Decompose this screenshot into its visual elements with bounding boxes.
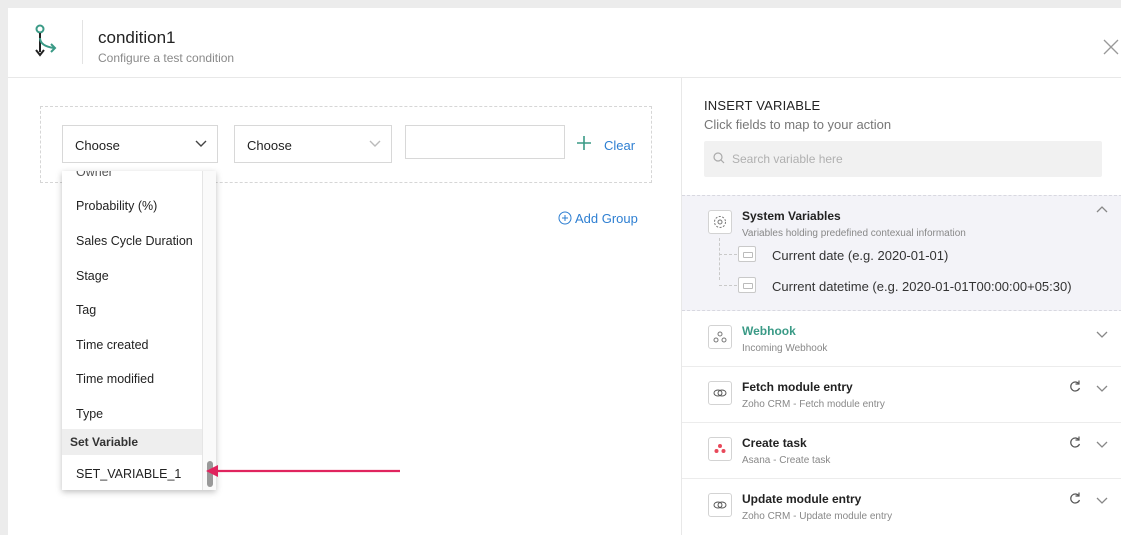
field-select-value: Choose [75,138,120,153]
dropdown-item-set-variable[interactable]: SET_VARIABLE_1 [76,467,181,481]
calendar-icon [738,277,756,293]
source-fetch-module-entry[interactable]: Fetch module entry Zoho CRM - Fetch modu… [682,367,1121,423]
refresh-icon[interactable] [1068,435,1082,449]
condition-panel: condition1 Configure a test condition Ch… [8,8,1121,535]
annotation-arrow [204,463,404,479]
insert-variable-panel: INSERT VARIABLE Click fields to map to y… [681,78,1121,535]
source-subtitle: Incoming Webhook [742,343,828,354]
tree-line [719,238,720,280]
condition-icon [34,24,60,64]
tree-branch [719,254,737,255]
calendar-icon [738,246,756,262]
operator-select[interactable]: Choose [234,125,392,163]
chevron-down-icon [369,140,381,147]
zoho-crm-icon [708,381,732,405]
source-subtitle: Zoho CRM - Fetch module entry [742,399,885,410]
refresh-icon[interactable] [1068,491,1082,505]
dropdown-group-label: Set Variable [70,435,139,449]
header: condition1 Configure a test condition [8,8,1121,78]
chevron-down-icon[interactable] [1096,331,1108,339]
chevron-down-icon[interactable] [1096,497,1108,505]
source-title: Webhook [742,324,796,338]
dropdown-item-owner[interactable]: Owner [76,171,113,179]
plus-circle-icon [558,211,572,225]
tree-branch [719,285,737,286]
condition-canvas: Choose Choose Clear Add Group Owner Prob… [8,78,681,535]
chevron-down-icon[interactable] [1096,385,1108,393]
chevron-up-icon[interactable] [1096,205,1108,213]
source-title: Create task [742,436,807,450]
chevron-down-icon[interactable] [1096,441,1108,449]
operator-select-value: Choose [247,138,292,153]
dropdown-item[interactable]: Probability (%) [76,199,157,213]
system-variable-current-date[interactable]: Current date (e.g. 2020-01-01) [772,248,948,263]
search-icon [713,152,725,164]
system-variables-section[interactable]: System Variables Variables holding prede… [682,195,1121,311]
page-subtitle: Configure a test condition [98,51,235,65]
source-subtitle: Asana - Create task [742,455,831,466]
source-webhook[interactable]: Webhook Incoming Webhook [682,311,1121,367]
header-divider [82,20,83,64]
asana-icon [708,437,732,461]
system-variables-title: System Variables [742,209,841,223]
refresh-icon[interactable] [1068,379,1082,393]
source-subtitle: Zoho CRM - Update module entry [742,511,893,522]
chevron-down-icon [195,140,207,147]
clear-button[interactable]: Clear [604,138,635,153]
value-input[interactable] [405,125,565,159]
field-dropdown-menu: Owner Probability (%) Sales Cycle Durati… [62,171,216,490]
add-condition-icon[interactable] [576,135,592,151]
system-variables-subtitle: Variables holding predefined contexual i… [742,228,966,239]
source-title: Update module entry [742,492,862,506]
system-variable-current-datetime[interactable]: Current datetime (e.g. 2020-01-01T00:00:… [772,279,1072,294]
webhook-icon [708,325,732,349]
dropdown-item[interactable]: Time created [76,338,148,352]
variable-search [704,141,1102,177]
close-icon[interactable] [1102,38,1121,58]
dropdown-item[interactable]: Tag [76,303,96,317]
add-group-label: Add Group [575,211,638,226]
dropdown-item[interactable]: Stage [76,269,109,283]
add-group-button[interactable]: Add Group [558,211,638,226]
source-update-module-entry[interactable]: Update module entry Zoho CRM - Update mo… [682,479,1121,535]
dropdown-item[interactable]: Type [76,407,103,421]
page-title: condition1 [98,28,176,47]
dropdown-scrollbar[interactable] [202,171,216,490]
insert-variable-title: INSERT VARIABLE [704,98,821,113]
field-select[interactable]: Choose [62,125,218,163]
dropdown-group-header: Set Variable [62,429,202,455]
insert-variable-subtitle: Click fields to map to your action [704,117,892,132]
source-title: Fetch module entry [742,380,853,394]
zoho-crm-icon [708,493,732,517]
settings-icon [708,210,732,234]
source-create-task[interactable]: Create task Asana - Create task [682,423,1121,479]
dropdown-item[interactable]: Time modified [76,372,154,386]
search-input[interactable] [732,141,1092,177]
dropdown-item[interactable]: Sales Cycle Duration [76,234,193,248]
